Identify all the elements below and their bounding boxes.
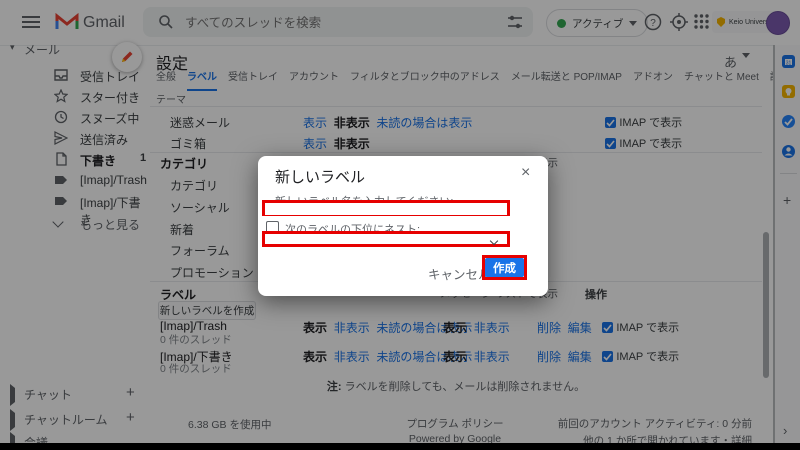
dialog-title: 新しいラベル: [275, 166, 365, 187]
screen-bottom-bar: [0, 443, 800, 450]
create-button[interactable]: 作成: [485, 258, 524, 277]
chevron-down-icon: [491, 238, 499, 246]
nest-parent-select[interactable]: [265, 234, 507, 244]
annotation-box-select: [262, 231, 510, 247]
close-icon[interactable]: ×: [521, 164, 530, 182]
annotation-box-create: 作成: [482, 255, 527, 280]
gmail-settings-window: Gmail アクティブ ?: [0, 0, 800, 450]
new-label-dialog: 新しいラベル × 新しいラベル名を入力してください: 次のラベルの下位にネスト:…: [258, 156, 548, 296]
label-name-input[interactable]: [265, 205, 507, 215]
annotation-box-input: [262, 200, 510, 216]
